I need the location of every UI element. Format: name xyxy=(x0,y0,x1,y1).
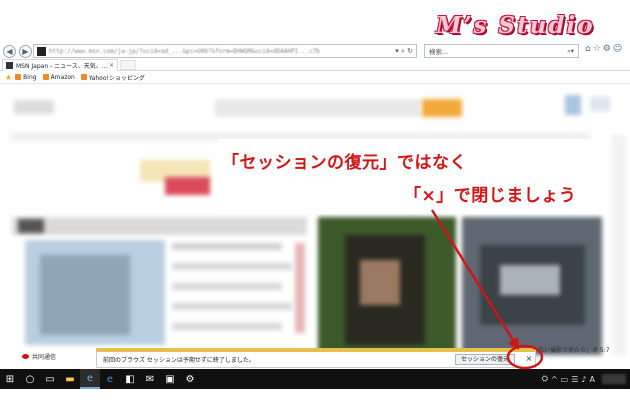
mail-icon[interactable]: ✉ xyxy=(140,369,160,389)
header-search-button xyxy=(422,99,462,117)
volume-icon[interactable]: ♪ xyxy=(581,375,589,384)
tab-msn[interactable]: MSN Japan - ニュース、天気、... × xyxy=(2,59,118,71)
bing-icon xyxy=(15,74,22,80)
search-field[interactable]: 検索... ⌕▾ xyxy=(424,44,579,58)
msn-page-content xyxy=(0,85,630,368)
url-text: http://www.msn.com/ja-jp/?ocid=ad_...&pc… xyxy=(49,47,320,55)
file-explorer-icon[interactable]: ▬ xyxy=(60,369,80,389)
people-icon[interactable]: ⛭ xyxy=(542,374,551,384)
notification-close-button[interactable]: × xyxy=(524,354,534,365)
favorite-bing[interactable]: Bing xyxy=(15,74,37,81)
msn-favicon-icon xyxy=(6,62,13,69)
side-headline-peek[interactable]: 白い撮影で来たら」オ 5:7 xyxy=(536,347,630,355)
ime-icon[interactable]: A xyxy=(590,375,598,384)
msn-logo-placeholder xyxy=(14,100,54,114)
toolbar-icons: ⌂☆⚙☺ xyxy=(585,44,624,54)
annotation-line-1: 「セッションの復元」ではなく xyxy=(222,153,467,173)
restore-session-button[interactable]: セッションの復元 xyxy=(455,354,515,365)
photos-icon[interactable]: ▣ xyxy=(160,369,180,389)
studio-logo: M’s Studio xyxy=(436,12,595,39)
search-icon[interactable]: ⌕▾ xyxy=(567,47,574,56)
home-icon[interactable]: ⌂ xyxy=(585,44,593,54)
show-hidden-icons[interactable]: ^ xyxy=(551,375,561,384)
amazon-icon xyxy=(42,74,49,80)
forward-arrow-icon[interactable]: ▶ xyxy=(19,44,32,58)
favorite-amazon[interactable]: Amazon xyxy=(42,74,75,81)
task-view-icon[interactable]: ▭ xyxy=(40,369,60,389)
cortana-icon[interactable]: ○ xyxy=(20,369,40,389)
back-arrow-icon[interactable]: ◀ xyxy=(3,44,16,58)
session-notification-bar: 前回のブラウズ セッションは予期せずに終了しました。 セッションの復元 × xyxy=(96,348,536,368)
windows-start-icon[interactable]: ⊞ xyxy=(0,369,20,389)
notification-message: 前回のブラウズ セッションは予期せずに終了しました。 xyxy=(103,357,255,364)
refresh-icon[interactable]: ▾ ⌕ ↻ xyxy=(395,47,416,56)
system-tray: ⛭ ^ ▭ ☰ ♪ A xyxy=(542,369,626,389)
store-icon[interactable]: ◧ xyxy=(120,369,140,389)
tab-title: MSN Japan - ニュース、天気、... xyxy=(16,63,108,70)
smiley-icon[interactable]: ☺ xyxy=(613,44,624,54)
settings-icon[interactable]: ⚙ xyxy=(180,369,200,389)
annotation-line-2: 「×」で閉じましょう xyxy=(404,186,577,206)
edge-icon[interactable]: e xyxy=(100,369,120,389)
battery-icon[interactable]: ▭ xyxy=(561,375,572,384)
kyodo-link[interactable]: 共同通信 xyxy=(22,352,56,361)
search-placeholder: 検索... xyxy=(429,48,449,56)
header-search-placeholder xyxy=(215,99,420,117)
ie-icon[interactable]: e xyxy=(80,369,100,389)
new-tab-button[interactable] xyxy=(120,60,136,70)
favorite-yahoo-shopping[interactable]: Yahoo!ショッピング xyxy=(80,73,145,82)
favorites-star-icon[interactable]: ☆ xyxy=(593,44,603,54)
favorites-add-icon[interactable]: ★ xyxy=(5,73,12,82)
windows-taskbar: ⊞ ○ ▭ ▬ e e ◧ ✉ ▣ ⚙ ⛭ ^ ▭ ☰ ♪ A xyxy=(0,369,630,389)
favorites-bar: ★ Bing Amazon Yahoo!ショッピング xyxy=(0,71,630,84)
tab-close-icon[interactable]: × xyxy=(109,62,114,69)
gear-icon[interactable]: ⚙ xyxy=(603,44,613,54)
yahoo-icon xyxy=(80,74,87,80)
clock-placeholder[interactable] xyxy=(602,374,626,384)
network-icon[interactable]: ☰ xyxy=(571,375,581,384)
screenshot-root: M’s Studio ◀ ▶ http://www.msn.com/ja-jp/… xyxy=(0,0,630,420)
address-bar-row: ◀ ▶ http://www.msn.com/ja-jp/?ocid=ad_..… xyxy=(0,42,630,60)
tab-strip: MSN Japan - ニュース、天気、... × xyxy=(0,59,630,71)
kyodo-logo-icon xyxy=(22,354,29,359)
url-field[interactable]: http://www.msn.com/ja-jp/?ocid=ad_...&pc… xyxy=(33,44,417,58)
site-favicon-icon xyxy=(37,46,46,56)
